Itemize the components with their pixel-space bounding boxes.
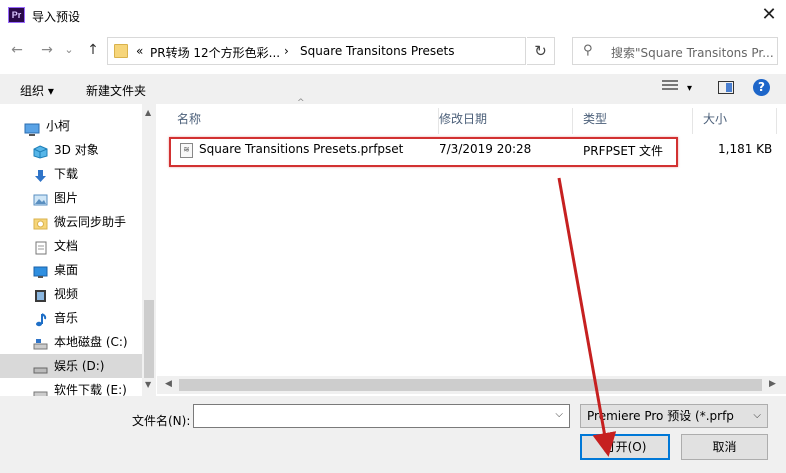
download-icon: [33, 167, 48, 182]
open-button[interactable]: 打开(O): [580, 434, 670, 460]
sidebar-item-downloads[interactable]: 下载: [0, 162, 142, 186]
sidebar-item-drive-e[interactable]: 软件下载 (E:): [0, 378, 142, 396]
up-folder-button[interactable]: ↑: [84, 40, 102, 60]
pictures-icon: [33, 191, 48, 206]
desktop-icon: [33, 263, 48, 278]
scroll-right-icon[interactable]: ▶: [769, 379, 776, 389]
scroll-down-icon[interactable]: ▼: [145, 380, 151, 389]
video-icon: [33, 287, 48, 302]
sidebar-item-music[interactable]: 音乐: [0, 306, 142, 330]
breadcrumb-item-pr-transitions[interactable]: PR转场 12个方形色彩...: [150, 44, 280, 61]
sidebar-item-drive-d[interactable]: 娱乐 (D:): [0, 354, 142, 378]
view-options-caret[interactable]: ▾: [687, 83, 692, 94]
sidebar-scroll-thumb[interactable]: [144, 300, 154, 378]
drive-icon: [33, 383, 48, 396]
sidebar-scrollbar[interactable]: ▲ ▼: [142, 104, 156, 396]
column-header-date[interactable]: 修改日期: [429, 108, 573, 134]
sidebar-item-label: 本地磁盘 (C:): [54, 335, 128, 349]
sidebar-item-weiyun-sync[interactable]: 微云同步助手: [0, 210, 142, 234]
premiere-app-icon: Pr: [8, 7, 25, 23]
sidebar-item-this-pc[interactable]: 小柯: [0, 114, 142, 138]
help-icon[interactable]: ?: [753, 79, 770, 96]
sidebar-item-label: 下载: [54, 167, 79, 181]
search-icon: ⚲: [583, 43, 593, 58]
scroll-up-icon[interactable]: ▲: [145, 108, 151, 117]
music-icon: [33, 311, 48, 327]
sidebar-item-label: 音乐: [54, 311, 79, 325]
sidebar-item-label: 微云同步助手: [54, 215, 127, 229]
file-size: 1,181 KB: [718, 142, 773, 156]
sidebar-item-desktop[interactable]: 桌面: [0, 258, 142, 282]
title-bar: Pr 导入预设 ✕: [0, 0, 786, 32]
filetype-select[interactable]: Premiere Pro 预设 (*.prfp ⌵: [580, 404, 768, 428]
sidebar-item-drive-c[interactable]: 本地磁盘 (C:): [0, 330, 142, 354]
column-header-size[interactable]: 大小: [693, 108, 777, 134]
annotation-highlight-box: [169, 137, 678, 167]
scroll-left-icon[interactable]: ◀: [165, 379, 172, 389]
documents-icon: [33, 239, 48, 255]
new-folder-button[interactable]: 新建文件夹: [86, 82, 146, 99]
column-header-name[interactable]: 名称: [167, 108, 439, 134]
computer-icon: [24, 120, 40, 136]
sidebar-item-label: 视频: [54, 287, 79, 301]
back-button[interactable]: ←: [8, 40, 26, 60]
horizontal-scroll-thumb[interactable]: [179, 379, 762, 391]
cancel-button[interactable]: 取消: [681, 434, 768, 460]
preview-pane-icon[interactable]: [718, 81, 734, 94]
sidebar-item-label: 软件下载 (E:): [54, 383, 127, 396]
sidebar-item-3d-objects[interactable]: 3D 对象: [0, 138, 142, 162]
breadcrumb-item-current[interactable]: Square Transitons Presets: [300, 44, 455, 58]
cube-icon: [33, 143, 48, 159]
sidebar-item-label: 娱乐 (D:): [54, 359, 105, 373]
window-title: 导入预设: [32, 10, 81, 24]
drive-icon: [33, 359, 48, 374]
chevron-down-icon[interactable]: ⌵: [753, 405, 761, 427]
sidebar-item-label: 3D 对象: [54, 143, 99, 157]
filename-input[interactable]: ⌵: [193, 404, 570, 428]
forward-button[interactable]: →: [38, 40, 56, 60]
address-bar[interactable]: « PR转场 12个方形色彩... › Square Transitons Pr…: [107, 37, 526, 65]
column-header-type[interactable]: 类型: [573, 108, 693, 134]
organize-button[interactable]: 组织 ▾: [20, 82, 54, 99]
filetype-value: Premiere Pro 预设 (*.prfp: [587, 409, 734, 423]
recent-locations-button[interactable]: ⌄: [60, 40, 78, 60]
sidebar-item-label: 图片: [54, 191, 79, 205]
search-box[interactable]: ⚲ 搜索"Square Transitons Pr...: [572, 37, 778, 65]
search-input[interactable]: 搜索"Square Transitons Pr...: [611, 44, 775, 61]
chevron-down-icon[interactable]: ⌵: [555, 409, 563, 420]
navigation-pane: 小柯 3D 对象 下载 图片 微云同步助手 文档 桌面 视频 音乐 本地磁盘 (…: [0, 104, 157, 396]
close-button[interactable]: ✕: [756, 4, 782, 28]
drive-icon: [33, 335, 48, 350]
sidebar-item-label: 小柯: [46, 119, 71, 133]
filename-label: 文件名(N):: [132, 414, 191, 428]
horizontal-scrollbar[interactable]: ◀ ▶: [157, 376, 786, 394]
sidebar-item-pictures[interactable]: 图片: [0, 186, 142, 210]
view-details-icon[interactable]: [662, 80, 678, 94]
sidebar-item-videos[interactable]: 视频: [0, 282, 142, 306]
breadcrumb-separator[interactable]: ›: [284, 44, 289, 58]
sort-ascending-icon: ^: [297, 98, 305, 108]
refresh-button[interactable]: ↻: [527, 37, 555, 65]
breadcrumb-overflow[interactable]: «: [136, 44, 143, 58]
sidebar-item-documents[interactable]: 文档: [0, 234, 142, 258]
cloud-sync-icon: [33, 215, 48, 230]
sidebar-item-label: 桌面: [54, 263, 79, 277]
folder-icon: [114, 44, 128, 58]
sidebar-item-label: 文档: [54, 239, 79, 253]
